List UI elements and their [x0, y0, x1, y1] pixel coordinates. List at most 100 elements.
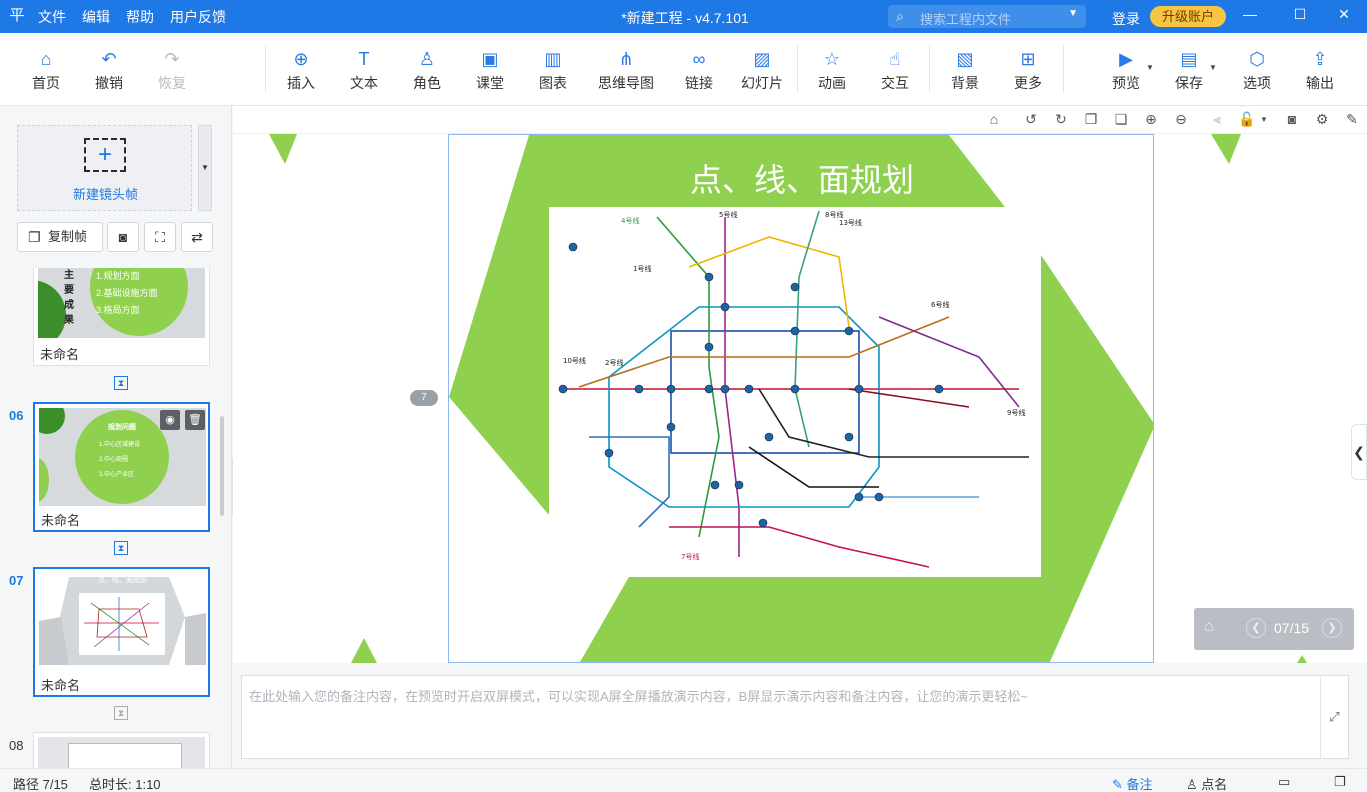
lock-dropdown-icon[interactable]: ▼: [1255, 115, 1273, 124]
slideshow-button[interactable]: ▨ 幻灯片: [732, 47, 792, 93]
interaction-button[interactable]: ☝ 交互: [865, 47, 925, 93]
minimize-icon[interactable]: —: [1240, 6, 1260, 22]
role-button[interactable]: ♙ 角色: [397, 47, 457, 93]
new-frame-button[interactable]: + 新建镜头帧: [17, 125, 192, 211]
toolbar-divider: [797, 45, 798, 93]
menu-edit[interactable]: 编辑: [82, 7, 110, 27]
insert-label: 插入: [287, 75, 315, 91]
classroom-icon: ▣: [481, 49, 499, 69]
subway-map-image[interactable]: 1号线 2号线 4号线 5号线 6号线 7号线 8号线 9号线 10号线 13号…: [549, 207, 1041, 577]
new-frame-label: 新建镜头帧: [72, 187, 138, 202]
classroom-label: 课堂: [476, 75, 504, 91]
insert-button[interactable]: ⊕ 插入: [271, 47, 331, 93]
options-label: 选项: [1243, 75, 1271, 91]
edit-icon[interactable]: ✎: [1343, 111, 1361, 128]
page-badge: 7: [410, 390, 438, 406]
zoom-out-icon[interactable]: ⊖: [1172, 111, 1190, 128]
transition-icon[interactable]: ⧗: [114, 376, 128, 390]
settings-icon[interactable]: ⚙: [1313, 111, 1331, 128]
home-button[interactable]: ⌂ 首页: [16, 47, 76, 93]
zoom-in-icon[interactable]: ⊕: [1142, 111, 1160, 128]
login-link[interactable]: 登录: [1112, 9, 1140, 29]
eye-icon[interactable]: ◉: [160, 410, 180, 430]
search-placeholder: 搜索工程内文件: [920, 12, 1012, 27]
chevron-left-icon: ❮: [1353, 444, 1365, 460]
toolbar-divider: [265, 45, 266, 93]
save-label: 保存: [1175, 75, 1203, 91]
swap-frame-button[interactable]: ⇄: [181, 222, 213, 252]
slide-card-07[interactable]: 点、线、面规划 未命名: [33, 567, 210, 697]
align-left-icon[interactable]: ⫷: [1208, 111, 1226, 128]
notes-input[interactable]: 在此处输入您的备注内容，在预览时开启双屏模式，可以实现A屏全屏播放演示内容，B屏…: [241, 675, 1349, 759]
maximize-icon[interactable]: ☐: [1290, 6, 1310, 23]
link-label: 链接: [685, 75, 713, 91]
slide-card-06[interactable]: 规划问题 1.中心区域建设 2.中心商圈 3.中心产业区 ◉ 🗑 未命名: [33, 402, 210, 532]
rotate-left-icon[interactable]: ↺: [1022, 111, 1040, 128]
plus-circle-icon: ⊕: [293, 49, 309, 69]
background-button[interactable]: ▧ 背景: [935, 47, 995, 93]
slide-canvas[interactable]: 点、线、面规划 1号线 2号线 4号线 5号线 6号线 7号线 8号线 9号线 …: [448, 134, 1154, 663]
options-button[interactable]: ⬡ 选项: [1227, 47, 1287, 93]
mindmap-icon: ⋔: [618, 49, 634, 69]
menu-file[interactable]: 文件: [38, 7, 66, 27]
slide-card[interactable]: 主 要 成 果 1.规划方面 2.基础设施方面 3.格局方面 未命名: [33, 268, 210, 366]
camera-icon: ◙: [118, 229, 128, 245]
undo-label: 撤销: [95, 75, 123, 91]
swap-icon: ⇄: [191, 229, 203, 245]
text-button[interactable]: T 文本: [334, 47, 394, 93]
person-icon: ♙: [418, 49, 436, 69]
slide-card-08[interactable]: [33, 732, 210, 769]
lock-icon[interactable]: 🔓: [1238, 111, 1256, 128]
close-icon[interactable]: ✕: [1334, 6, 1354, 23]
copy-frame-button[interactable]: ❐ 复制帧: [17, 222, 103, 252]
transition-icon[interactable]: ⧗: [114, 541, 128, 555]
new-frame-dropdown[interactable]: ▼: [198, 125, 212, 211]
save-dropdown-icon[interactable]: ▼: [1209, 63, 1217, 72]
chevron-down-icon[interactable]: ▼: [1068, 8, 1078, 19]
expand-icon[interactable]: ⤢: [1320, 676, 1348, 758]
upgrade-button[interactable]: 升级账户: [1150, 6, 1226, 27]
fit-frame-button[interactable]: ⛶: [144, 222, 176, 252]
prev-frame-button[interactable]: ❮: [1246, 618, 1266, 638]
menu-help[interactable]: 帮助: [126, 7, 154, 27]
undo-button[interactable]: ↶ 撤销: [79, 47, 139, 93]
thumb-shapes: [39, 577, 206, 665]
preview-dropdown-icon[interactable]: ▼: [1146, 63, 1154, 72]
window-icon[interactable]: ❐: [1334, 774, 1346, 790]
home-icon[interactable]: ⌂: [985, 111, 1003, 127]
screenshot-button[interactable]: ◙: [107, 222, 139, 252]
mindmap-button[interactable]: ⋔ 思维导图: [596, 47, 656, 93]
link-button[interactable]: ∞ 链接: [669, 47, 729, 93]
trash-icon[interactable]: 🗑: [185, 410, 205, 430]
preview-label: 预览: [1112, 75, 1140, 91]
slide-title[interactable]: 点、线、面规划: [449, 155, 1153, 201]
screen-icon[interactable]: ▭: [1278, 774, 1290, 790]
classroom-button[interactable]: ▣ 课堂: [460, 47, 520, 93]
collapse-right-panel-button[interactable]: ❮: [1351, 424, 1367, 480]
transition-icon[interactable]: ⧗: [114, 706, 128, 720]
notes-toggle-button[interactable]: ✎ 备注: [1112, 774, 1153, 792]
export-button[interactable]: ⇪ 输出: [1290, 47, 1350, 93]
search-icon: ⌕: [896, 8, 904, 24]
rotate-right-icon[interactable]: ↻: [1052, 111, 1070, 128]
more-button[interactable]: ⊞ 更多: [998, 47, 1058, 93]
mindmap-label: 思维导图: [598, 75, 654, 91]
redo-button[interactable]: ↷ 恢复: [142, 47, 202, 93]
rollcall-button[interactable]: ♙ 点名: [1186, 774, 1227, 792]
rollcall-label: 点名: [1201, 777, 1228, 792]
chart-button[interactable]: ▥ 图表: [523, 47, 583, 93]
copy-icon[interactable]: ❐: [1082, 111, 1100, 128]
paste-icon[interactable]: ❏: [1112, 111, 1130, 128]
copy-frame-label: 复制帧: [48, 229, 88, 244]
slide-number: 06: [9, 408, 24, 423]
panel-scrollbar[interactable]: [220, 416, 224, 516]
thumb-text: 规划问题: [108, 424, 136, 431]
menu-feedback[interactable]: 用户反馈: [170, 7, 226, 27]
camera-icon[interactable]: ◙: [1283, 111, 1301, 127]
home-icon[interactable]: ⌂: [1204, 618, 1214, 636]
next-frame-button[interactable]: ❯: [1322, 618, 1342, 638]
search-box[interactable]: ⌕ 搜索工程内文件 ▼: [888, 5, 1086, 28]
thumb-text: 1.规划方面: [96, 271, 140, 281]
export-label: 输出: [1306, 75, 1334, 91]
animation-button[interactable]: ☆ 动画: [802, 47, 862, 93]
